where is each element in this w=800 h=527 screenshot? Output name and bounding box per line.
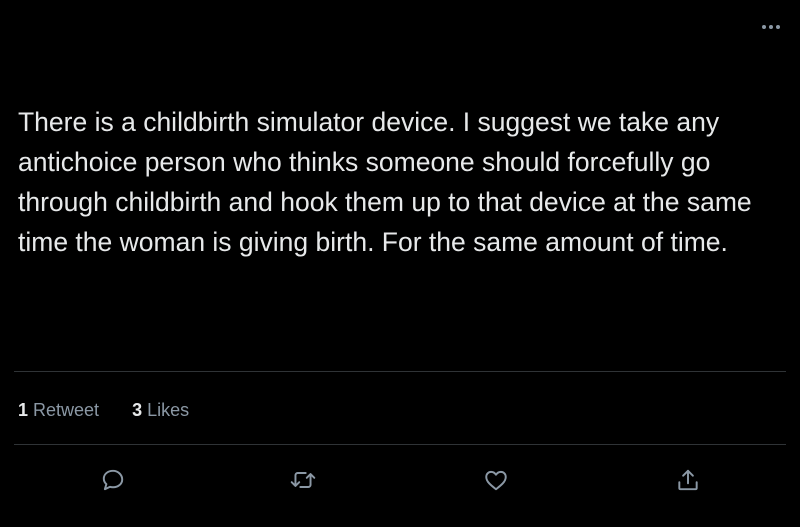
likes-stat[interactable]: 3 Likes <box>132 400 189 421</box>
divider <box>14 371 786 372</box>
likes-count: 3 <box>132 399 143 420</box>
retweet-arrows-icon <box>289 467 317 493</box>
likes-label: Likes <box>147 399 190 420</box>
retweets-count: 1 <box>18 399 29 420</box>
reply-button[interactable] <box>96 463 130 497</box>
tweet-text: There is a childbirth simulator device. … <box>18 107 760 257</box>
like-button[interactable] <box>479 463 513 497</box>
retweet-button[interactable] <box>286 463 320 497</box>
divider <box>14 444 786 445</box>
heart-icon <box>483 467 509 493</box>
share-button[interactable] <box>671 463 705 497</box>
tweet-stats: 1 Retweet 3 Likes <box>18 398 222 422</box>
speech-bubble-icon <box>100 467 126 493</box>
share-upload-icon <box>675 467 701 493</box>
more-dots-icon <box>761 24 781 30</box>
more-options-button[interactable] <box>758 14 784 40</box>
retweets-label: Retweet <box>33 399 100 420</box>
tweet-actions-bar <box>0 459 800 499</box>
retweets-stat[interactable]: 1 Retweet <box>18 400 99 421</box>
